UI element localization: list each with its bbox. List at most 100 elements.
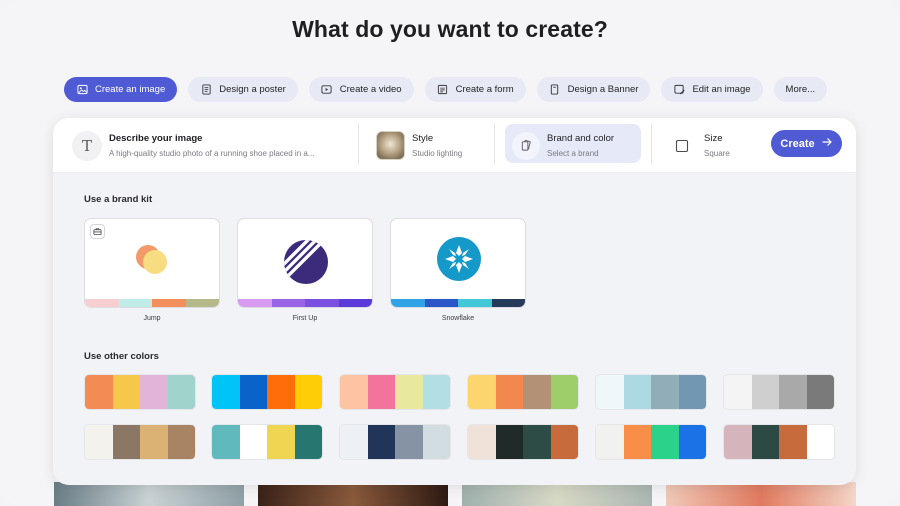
color-palette-option[interactable] — [84, 374, 196, 410]
color-palette-option[interactable] — [467, 374, 579, 410]
kit-name: Jump — [143, 315, 161, 322]
prompt-toolbar: T Describe your image A high-quality stu… — [53, 118, 856, 173]
color-swatch — [340, 425, 368, 459]
chip-create-an-image[interactable]: Create an image — [64, 77, 178, 102]
color-swatch — [751, 375, 779, 409]
color-palette-option[interactable] — [595, 374, 707, 410]
gallery-image[interactable] — [258, 482, 448, 506]
color-swatch — [212, 375, 240, 409]
color-swatch — [806, 425, 834, 459]
color-swatch — [140, 425, 168, 459]
color-swatch — [85, 425, 113, 459]
edit-image-icon — [673, 84, 685, 96]
divider — [651, 124, 652, 164]
kit-color-stripe — [238, 299, 372, 307]
form-icon — [437, 84, 449, 96]
color-palette-option[interactable] — [339, 374, 451, 410]
chip-label: Design a poster — [219, 84, 286, 95]
brand-kit-card-snowflake[interactable] — [390, 218, 526, 308]
style-thumbnail — [376, 131, 405, 160]
brand-kit-heading: Use a brand kit — [84, 194, 153, 205]
color-palette-option[interactable] — [595, 424, 707, 460]
style-title: Style — [412, 133, 434, 144]
describe-title: Describe your image — [109, 133, 203, 144]
color-swatch — [596, 375, 624, 409]
color-swatch — [267, 375, 295, 409]
style-value: Studio lighting — [412, 149, 463, 158]
color-swatch — [596, 425, 624, 459]
kit-color-stripe — [85, 299, 219, 307]
size-title: Size — [704, 133, 723, 144]
page-title: What do you want to create? — [292, 16, 608, 42]
background-gallery — [54, 482, 856, 506]
chip-create-a-form[interactable]: Create a form — [424, 77, 526, 102]
gallery-image[interactable] — [462, 482, 652, 506]
color-swatch — [495, 425, 523, 459]
color-swatch — [651, 375, 679, 409]
gallery-image[interactable] — [54, 482, 244, 506]
color-swatch — [239, 375, 267, 409]
kit-color-stripe — [391, 299, 525, 307]
create-button[interactable]: Create — [771, 130, 842, 157]
square-icon — [667, 130, 697, 161]
document-icon — [200, 84, 212, 96]
color-swatch — [395, 375, 423, 409]
color-swatch — [495, 375, 523, 409]
size-selector[interactable]: Size Square — [667, 118, 757, 173]
gallery-image[interactable] — [666, 482, 856, 506]
color-swatch — [678, 375, 706, 409]
color-palette-option[interactable] — [211, 374, 323, 410]
color-palette-option[interactable] — [467, 424, 579, 460]
video-icon — [321, 84, 333, 96]
chip-design-a-poster[interactable]: Design a poster — [188, 77, 298, 102]
style-selector[interactable]: Style Studio lighting — [376, 118, 491, 173]
color-swatch — [422, 375, 450, 409]
create-type-chips: Create an image Design a poster Create a… — [64, 77, 828, 102]
color-palette-option[interactable] — [723, 374, 835, 410]
arrow-right-icon — [821, 136, 833, 151]
color-swatch — [422, 425, 450, 459]
jump-logo — [136, 245, 167, 274]
brand-kit-card-jump[interactable] — [84, 218, 220, 308]
brand-kit-icon — [512, 131, 540, 160]
color-swatch — [267, 425, 295, 459]
color-swatch — [294, 375, 322, 409]
color-palette-option[interactable] — [211, 424, 323, 460]
banner-icon — [549, 84, 561, 96]
color-palette-option[interactable] — [339, 424, 451, 460]
snowflake-logo — [437, 237, 481, 281]
create-label: Create — [780, 137, 815, 150]
chip-edit-an-image[interactable]: Edit an image — [661, 77, 763, 102]
describe-value: A high-quality studio photo of a running… — [109, 149, 315, 158]
color-swatch — [623, 425, 651, 459]
color-swatch — [523, 425, 551, 459]
color-palette-option[interactable] — [84, 424, 196, 460]
chip-design-a-banner[interactable]: Design a Banner — [536, 77, 651, 102]
kit-name: Snowflake — [441, 315, 475, 322]
color-swatch — [468, 425, 496, 459]
text-icon: T — [72, 130, 102, 161]
color-palette-option[interactable] — [723, 424, 835, 460]
color-swatch — [167, 375, 195, 409]
color-swatch — [340, 375, 368, 409]
color-swatch — [779, 425, 807, 459]
chip-label: Design a Banner — [567, 84, 639, 95]
divider — [358, 124, 359, 164]
brand-kit-card-first-up[interactable] — [237, 218, 373, 308]
other-colors-heading: Use other colors — [84, 351, 159, 362]
color-swatch — [806, 375, 834, 409]
color-swatch — [85, 375, 113, 409]
kit-name: First Up — [292, 315, 318, 322]
chip-more[interactable]: More... — [773, 77, 828, 102]
first-up-logo — [284, 240, 328, 284]
color-swatch — [724, 375, 752, 409]
color-swatch — [212, 425, 240, 459]
size-value: Square — [704, 149, 730, 158]
chip-create-a-video[interactable]: Create a video — [308, 77, 414, 102]
describe-field[interactable]: T Describe your image A high-quality stu… — [72, 118, 352, 173]
chip-label: Create a video — [339, 84, 402, 95]
chip-label: Create an image — [95, 84, 166, 95]
color-swatch — [651, 425, 679, 459]
brand-and-color-content[interactable]: Brand and color Select a brand — [512, 118, 637, 173]
brand-title: Brand and color — [547, 133, 615, 144]
